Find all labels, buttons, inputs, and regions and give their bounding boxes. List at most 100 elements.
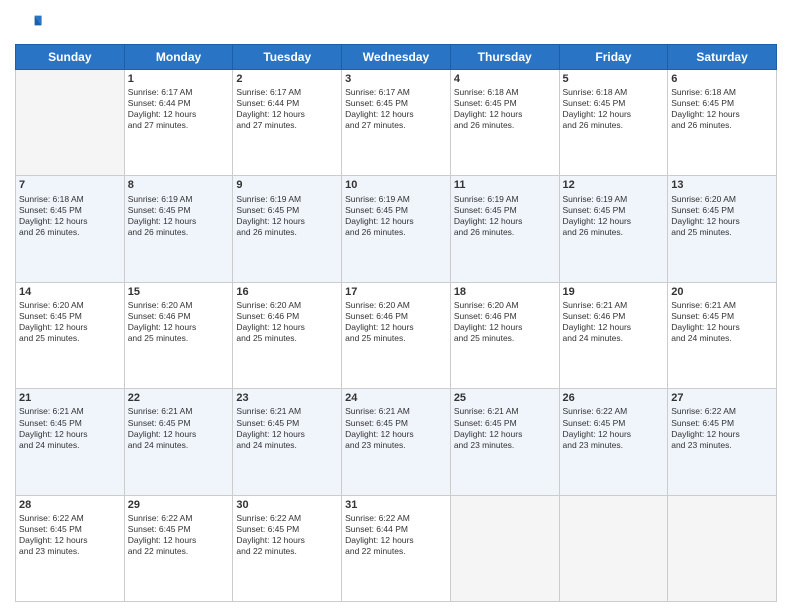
day-info: Sunrise: 6:22 AM Sunset: 6:45 PM Dayligh… [128,513,230,557]
day-info: Sunrise: 6:20 AM Sunset: 6:46 PM Dayligh… [345,300,447,344]
day-number: 8 [128,178,230,192]
day-number: 27 [671,391,773,405]
day-info: Sunrise: 6:21 AM Sunset: 6:45 PM Dayligh… [671,300,773,344]
day-info: Sunrise: 6:18 AM Sunset: 6:45 PM Dayligh… [454,87,556,131]
day-number: 30 [236,498,338,512]
calendar-cell: 16Sunrise: 6:20 AM Sunset: 6:46 PM Dayli… [233,282,342,388]
day-number: 20 [671,285,773,299]
day-info: Sunrise: 6:21 AM Sunset: 6:45 PM Dayligh… [128,406,230,450]
day-info: Sunrise: 6:17 AM Sunset: 6:45 PM Dayligh… [345,87,447,131]
day-info: Sunrise: 6:21 AM Sunset: 6:45 PM Dayligh… [19,406,121,450]
calendar-week-row: 1Sunrise: 6:17 AM Sunset: 6:44 PM Daylig… [16,70,777,176]
day-info: Sunrise: 6:22 AM Sunset: 6:45 PM Dayligh… [671,406,773,450]
calendar-cell: 7 Sunrise: 6:18 AM Sunset: 6:45 PM Daylig… [16,176,125,282]
day-number: 29 [128,498,230,512]
header-monday: Monday [124,45,233,70]
day-number: 6 [671,72,773,86]
day-number: 3 [345,72,447,86]
day-info: Sunrise: 6:20 AM Sunset: 6:46 PM Dayligh… [236,300,338,344]
day-number: 7 [19,178,121,192]
day-number: 11 [454,178,556,192]
calendar-cell: 31Sunrise: 6:22 AM Sunset: 6:44 PM Dayli… [342,495,451,601]
calendar-cell: 15Sunrise: 6:20 AM Sunset: 6:46 PM Dayli… [124,282,233,388]
calendar-cell [559,495,668,601]
day-info: Sunrise: 6:20 AM Sunset: 6:45 PM Dayligh… [19,300,121,344]
calendar-cell: 9 Sunrise: 6:19 AM Sunset: 6:45 PM Daylig… [233,176,342,282]
day-number: 18 [454,285,556,299]
calendar-cell: 20Sunrise: 6:21 AM Sunset: 6:45 PM Dayli… [668,282,777,388]
calendar-cell: 22Sunrise: 6:21 AM Sunset: 6:45 PM Dayli… [124,389,233,495]
calendar-cell: 19Sunrise: 6:21 AM Sunset: 6:46 PM Dayli… [559,282,668,388]
day-number: 23 [236,391,338,405]
day-number: 9 [236,178,338,192]
day-number: 21 [19,391,121,405]
calendar-week-row: 7 Sunrise: 6:18 AM Sunset: 6:45 PM Daylig… [16,176,777,282]
day-info: Sunrise: 6:19 AM Sunset: 6:45 PM Dayligh… [236,194,338,238]
calendar-cell [450,495,559,601]
calendar-cell: 29Sunrise: 6:22 AM Sunset: 6:45 PM Dayli… [124,495,233,601]
calendar-cell: 13Sunrise: 6:20 AM Sunset: 6:45 PM Dayli… [668,176,777,282]
header [15,10,777,38]
calendar-cell: 6Sunrise: 6:18 AM Sunset: 6:45 PM Daylig… [668,70,777,176]
calendar-cell: 4Sunrise: 6:18 AM Sunset: 6:45 PM Daylig… [450,70,559,176]
day-number: 17 [345,285,447,299]
calendar-cell: 3Sunrise: 6:17 AM Sunset: 6:45 PM Daylig… [342,70,451,176]
day-number: 10 [345,178,447,192]
calendar-week-row: 14Sunrise: 6:20 AM Sunset: 6:45 PM Dayli… [16,282,777,388]
day-number: 19 [563,285,665,299]
day-info: Sunrise: 6:19 AM Sunset: 6:45 PM Dayligh… [128,194,230,238]
day-number: 26 [563,391,665,405]
day-info: Sunrise: 6:20 AM Sunset: 6:46 PM Dayligh… [454,300,556,344]
day-info: Sunrise: 6:22 AM Sunset: 6:45 PM Dayligh… [563,406,665,450]
calendar-week-row: 21Sunrise: 6:21 AM Sunset: 6:45 PM Dayli… [16,389,777,495]
day-number: 22 [128,391,230,405]
day-number: 28 [19,498,121,512]
day-number: 2 [236,72,338,86]
day-info: Sunrise: 6:17 AM Sunset: 6:44 PM Dayligh… [128,87,230,131]
header-sunday: Sunday [16,45,125,70]
calendar-cell: 26Sunrise: 6:22 AM Sunset: 6:45 PM Dayli… [559,389,668,495]
calendar-cell: 30Sunrise: 6:22 AM Sunset: 6:45 PM Dayli… [233,495,342,601]
day-info: Sunrise: 6:18 AM Sunset: 6:45 PM Dayligh… [671,87,773,131]
day-number: 1 [128,72,230,86]
page: Sunday Monday Tuesday Wednesday Thursday… [0,0,792,612]
calendar-cell: 5Sunrise: 6:18 AM Sunset: 6:45 PM Daylig… [559,70,668,176]
calendar-cell: 27Sunrise: 6:22 AM Sunset: 6:45 PM Dayli… [668,389,777,495]
header-tuesday: Tuesday [233,45,342,70]
day-number: 31 [345,498,447,512]
day-info: Sunrise: 6:21 AM Sunset: 6:46 PM Dayligh… [563,300,665,344]
day-info: Sunrise: 6:21 AM Sunset: 6:45 PM Dayligh… [345,406,447,450]
day-info: Sunrise: 6:17 AM Sunset: 6:44 PM Dayligh… [236,87,338,131]
calendar-cell: 23Sunrise: 6:21 AM Sunset: 6:45 PM Dayli… [233,389,342,495]
calendar-cell: 2Sunrise: 6:17 AM Sunset: 6:44 PM Daylig… [233,70,342,176]
day-info: Sunrise: 6:21 AM Sunset: 6:45 PM Dayligh… [454,406,556,450]
day-info: Sunrise: 6:20 AM Sunset: 6:45 PM Dayligh… [671,194,773,238]
calendar-cell: 14Sunrise: 6:20 AM Sunset: 6:45 PM Dayli… [16,282,125,388]
calendar-cell: 10Sunrise: 6:19 AM Sunset: 6:45 PM Dayli… [342,176,451,282]
calendar-week-row: 28Sunrise: 6:22 AM Sunset: 6:45 PM Dayli… [16,495,777,601]
day-number: 12 [563,178,665,192]
weekday-header-row: Sunday Monday Tuesday Wednesday Thursday… [16,45,777,70]
logo [15,10,47,38]
calendar-cell: 18Sunrise: 6:20 AM Sunset: 6:46 PM Dayli… [450,282,559,388]
calendar-cell: 28Sunrise: 6:22 AM Sunset: 6:45 PM Dayli… [16,495,125,601]
calendar-table: Sunday Monday Tuesday Wednesday Thursday… [15,44,777,602]
calendar-cell: 12 Sunrise: 6:19 AM Sunset: 6:45 PM Dayli… [559,176,668,282]
day-number: 16 [236,285,338,299]
day-info: Sunrise: 6:21 AM Sunset: 6:45 PM Dayligh… [236,406,338,450]
calendar-cell: 1Sunrise: 6:17 AM Sunset: 6:44 PM Daylig… [124,70,233,176]
day-number: 24 [345,391,447,405]
day-number: 5 [563,72,665,86]
day-number: 4 [454,72,556,86]
day-info: Sunrise: 6:19 AM Sunset: 6:45 PM Dayligh… [563,194,665,238]
calendar-cell: 8 Sunrise: 6:19 AM Sunset: 6:45 PM Daylig… [124,176,233,282]
day-number: 15 [128,285,230,299]
calendar-cell: 17Sunrise: 6:20 AM Sunset: 6:46 PM Dayli… [342,282,451,388]
day-info: Sunrise: 6:19 AM Sunset: 6:45 PM Dayligh… [454,194,556,238]
calendar-cell [16,70,125,176]
day-info: Sunrise: 6:18 AM Sunset: 6:45 PM Dayligh… [563,87,665,131]
calendar-cell: 21Sunrise: 6:21 AM Sunset: 6:45 PM Dayli… [16,389,125,495]
day-info: Sunrise: 6:22 AM Sunset: 6:45 PM Dayligh… [19,513,121,557]
calendar-cell: 24Sunrise: 6:21 AM Sunset: 6:45 PM Dayli… [342,389,451,495]
day-info: Sunrise: 6:18 AM Sunset: 6:45 PM Dayligh… [19,194,121,238]
